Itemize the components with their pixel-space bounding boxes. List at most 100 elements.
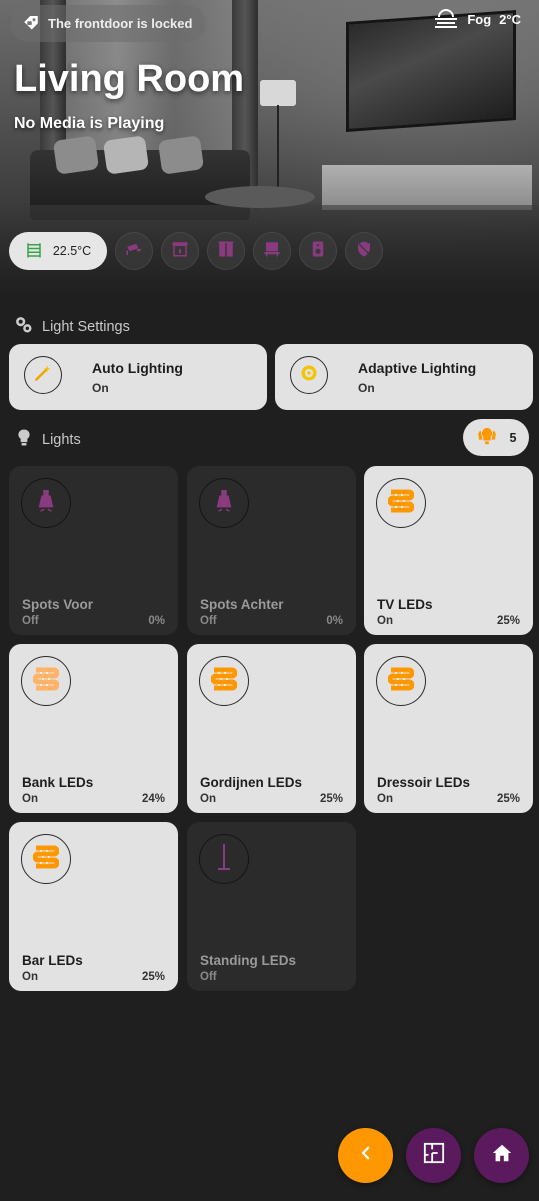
hero-pillow	[157, 135, 205, 175]
curtains-icon	[217, 240, 235, 263]
radiator-icon	[25, 241, 43, 262]
light-settings-title: Light Settings	[42, 319, 130, 335]
home-icon	[491, 1142, 513, 1169]
led-strip-icon	[387, 489, 415, 518]
adaptive-lighting-name: Adaptive Lighting	[358, 360, 477, 376]
tile-icon-circle	[21, 656, 71, 706]
hero-pillow	[52, 135, 100, 175]
lights-group-icon	[476, 426, 498, 449]
light-tile-standing-leds[interactable]: Standing LEDs Off	[187, 822, 356, 991]
tile-icon-circle	[199, 834, 249, 884]
light-tile-spots-voor[interactable]: Spots Voor Off 0%	[9, 466, 178, 635]
back-button[interactable]	[338, 1128, 393, 1183]
temperature-chip[interactable]: 22.5°C	[9, 232, 107, 270]
tile-state: Off	[22, 615, 39, 627]
tile-brightness: 0%	[326, 615, 343, 627]
tile-name: Spots Voor	[22, 597, 94, 612]
curtains-badge[interactable]	[207, 232, 245, 270]
speaker-badge[interactable]	[299, 232, 337, 270]
spotlight-icon	[35, 489, 57, 518]
tile-brightness: 0%	[148, 615, 165, 627]
light-tile-tv-leds[interactable]: TV LEDs On 25%	[364, 466, 533, 635]
speaker-icon	[309, 240, 327, 263]
floorplan-button[interactable]	[406, 1128, 461, 1183]
camera-badge[interactable]	[115, 232, 153, 270]
security-badge[interactable]	[345, 232, 383, 270]
light-tile-bank-leds[interactable]: Bank LEDs On 24%	[9, 644, 178, 813]
media-status: No Media is Playing	[14, 115, 165, 132]
lights-title: Lights	[42, 432, 81, 448]
tile-state: Off	[200, 615, 217, 627]
adaptive-lighting-icon-circle	[290, 356, 328, 394]
light-tile-spots-achter[interactable]: Spots Achter Off 0%	[187, 466, 356, 635]
tile-name: Standing LEDs	[200, 953, 297, 968]
floor-lamp-icon	[214, 842, 234, 877]
led-strip-icon	[32, 667, 60, 696]
lights-header: Lights	[14, 428, 81, 452]
hero-lamp-pole	[277, 105, 279, 190]
tile-icon-circle	[199, 478, 249, 528]
tile-state: On	[22, 793, 38, 805]
tile-name: Bank LEDs	[22, 775, 94, 790]
tile-icon-circle	[376, 656, 426, 706]
adaptive-lighting-state: On	[358, 381, 375, 395]
hero-cabinet	[322, 165, 532, 210]
tile-icon-circle	[199, 656, 249, 706]
hero-table	[205, 186, 315, 208]
auto-lighting-card[interactable]: Auto Lighting On	[9, 344, 267, 410]
fog-icon	[433, 7, 459, 32]
tile-state: On	[22, 971, 38, 983]
lights-on-count: 5	[509, 430, 517, 445]
room-badges: 22.5°C	[9, 232, 383, 270]
tile-brightness: 25%	[141, 971, 165, 983]
tile-state: Off	[200, 971, 217, 983]
tile-brightness: 25%	[496, 615, 520, 627]
weather-widget[interactable]: Fog 2°C	[433, 7, 521, 32]
tile-name: Bar LEDs	[22, 953, 83, 968]
light-settings-header: Light Settings	[14, 315, 130, 339]
light-tile-bar-leds[interactable]: Bar LEDs On 25%	[9, 822, 178, 991]
camera-icon	[125, 240, 143, 263]
adaptive-lighting-card[interactable]: Adaptive Lighting On	[275, 344, 533, 410]
chevron-left-icon	[357, 1144, 375, 1167]
auto-lighting-name: Auto Lighting	[92, 360, 183, 376]
tile-state: On	[377, 615, 393, 627]
tile-icon-circle	[376, 478, 426, 528]
fireplace-icon	[171, 240, 189, 263]
weather-temperature: 2°C	[499, 12, 521, 27]
home-button[interactable]	[474, 1128, 529, 1183]
hero-pillow	[102, 135, 150, 175]
tv-stand-icon	[263, 240, 281, 263]
lock-status-chip[interactable]: The frontdoor is locked	[10, 5, 207, 42]
magic-wand-icon	[33, 363, 53, 388]
lock-tag-icon	[22, 13, 40, 34]
floorplan-icon	[423, 1142, 445, 1169]
tile-icon-circle	[21, 478, 71, 528]
tile-icon-circle	[21, 834, 71, 884]
cogs-icon	[14, 315, 34, 339]
tv-stand-badge[interactable]	[253, 232, 291, 270]
lightbulb-icon	[14, 428, 34, 452]
light-tile-gordijnen-leds[interactable]: Gordijnen LEDs On 25%	[187, 644, 356, 813]
fireplace-badge[interactable]	[161, 232, 199, 270]
sun-icon	[299, 363, 319, 388]
led-strip-icon	[387, 667, 415, 696]
tile-name: Dressoir LEDs	[377, 775, 471, 790]
security-shield-icon	[355, 240, 373, 263]
tile-name: Spots Achter	[200, 597, 284, 612]
led-strip-icon	[32, 845, 60, 874]
auto-lighting-icon-circle	[24, 356, 62, 394]
spotlight-icon	[213, 489, 235, 518]
tile-brightness: 25%	[319, 793, 343, 805]
page-title: Living Room	[14, 58, 245, 100]
hero-lamp	[260, 80, 296, 106]
tile-state: On	[200, 793, 216, 805]
light-tile-dressoir-leds[interactable]: Dressoir LEDs On 25%	[364, 644, 533, 813]
tile-name: Gordijnen LEDs	[200, 775, 303, 790]
tile-brightness: 25%	[496, 793, 520, 805]
lock-status-text: The frontdoor is locked	[48, 16, 193, 31]
auto-lighting-state: On	[92, 381, 109, 395]
weather-condition: Fog	[467, 12, 492, 27]
tile-name: TV LEDs	[377, 597, 433, 612]
lights-on-count-chip[interactable]: 5	[463, 419, 529, 456]
